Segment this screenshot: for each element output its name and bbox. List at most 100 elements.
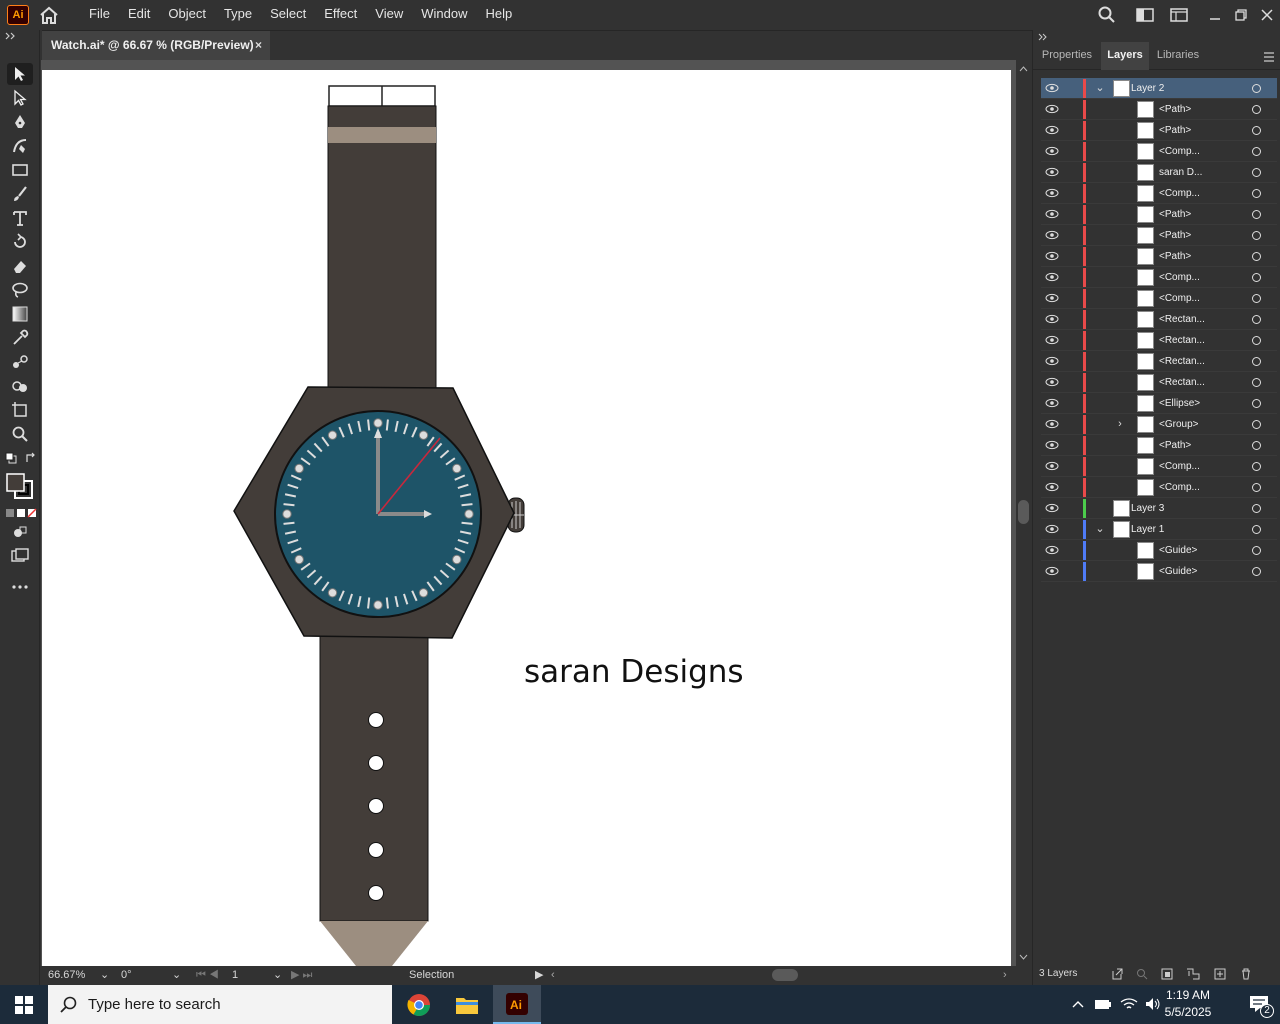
visibility-eye-icon[interactable] — [1045, 565, 1059, 577]
visibility-eye-icon[interactable] — [1045, 376, 1059, 388]
target-circle-icon[interactable] — [1252, 105, 1261, 114]
visibility-eye-icon[interactable] — [1045, 439, 1059, 451]
clock[interactable]: 1:19 AM 5/5/2025 — [1158, 987, 1218, 1021]
target-circle-icon[interactable] — [1252, 147, 1261, 156]
target-circle-icon[interactable] — [1252, 525, 1261, 534]
arrange-documents-icon[interactable] — [1132, 0, 1158, 30]
create-sublayer-icon[interactable] — [1186, 968, 1200, 980]
layer-name[interactable]: saran D... — [1159, 162, 1202, 183]
lasso-tool-icon[interactable] — [7, 279, 33, 301]
layer-name[interactable]: <Ellipse> — [1159, 393, 1200, 414]
canvas[interactable]: saran Designs — [41, 60, 1016, 966]
layer-row[interactable]: ⌄ Layer 1 — [1041, 519, 1277, 540]
visibility-eye-icon[interactable] — [1045, 355, 1059, 367]
layer-name[interactable]: <Path> — [1159, 120, 1191, 141]
layer-name[interactable]: <Rectan... — [1159, 372, 1205, 393]
layer-row[interactable]: saran D... — [1041, 162, 1277, 183]
target-circle-icon[interactable] — [1252, 441, 1261, 450]
screen-mode-icon[interactable] — [7, 545, 33, 567]
create-new-layer-icon[interactable] — [1214, 968, 1226, 980]
visibility-eye-icon[interactable] — [1045, 523, 1059, 535]
delete-layer-icon[interactable] — [1240, 968, 1252, 980]
layer-row[interactable]: <Comp... — [1041, 288, 1277, 309]
watch-artwork[interactable]: saran Designs — [42, 70, 1011, 966]
visibility-eye-icon[interactable] — [1045, 250, 1059, 262]
restore-icon[interactable] — [1228, 0, 1254, 30]
layer-name[interactable]: <Rectan... — [1159, 351, 1205, 372]
workspace-switcher-icon[interactable] — [1166, 0, 1192, 30]
layer-row[interactable]: <Comp... — [1041, 267, 1277, 288]
blend-tool-icon[interactable] — [7, 351, 33, 373]
layer-name[interactable]: <Path> — [1159, 435, 1191, 456]
target-circle-icon[interactable] — [1252, 84, 1261, 93]
visibility-eye-icon[interactable] — [1045, 334, 1059, 346]
layer-row[interactable]: <Rectan... — [1041, 309, 1277, 330]
default-colors-icon[interactable] — [5, 452, 17, 464]
chrome-taskbar-icon[interactable] — [395, 985, 443, 1024]
menu-type[interactable]: Type — [215, 0, 261, 30]
rectangle-tool-icon[interactable] — [7, 159, 33, 181]
target-circle-icon[interactable] — [1252, 483, 1261, 492]
target-circle-icon[interactable] — [1252, 567, 1261, 576]
curvature-tool-icon[interactable] — [7, 135, 33, 157]
layer-row[interactable]: <Comp... — [1041, 141, 1277, 162]
layer-name[interactable]: Layer 3 — [1131, 498, 1164, 519]
target-circle-icon[interactable] — [1252, 420, 1261, 429]
artboard-nav-first-icon[interactable]: ⏮ ◀ — [196, 966, 219, 985]
layer-name[interactable]: <Path> — [1159, 99, 1191, 120]
scroll-left-icon[interactable]: ‹ — [551, 966, 555, 985]
rotation-value[interactable]: 0° — [121, 966, 132, 985]
zoom-tool-icon[interactable] — [7, 423, 33, 445]
eraser-tool-icon[interactable] — [7, 255, 33, 277]
tab-libraries[interactable]: Libraries — [1149, 42, 1207, 70]
visibility-eye-icon[interactable] — [1045, 418, 1059, 430]
artboard-number[interactable]: 1 — [232, 966, 238, 985]
color-mode-icons[interactable] — [5, 507, 37, 518]
edit-toolbar-icon[interactable] — [7, 576, 33, 598]
make-clipping-mask-icon[interactable] — [1161, 968, 1173, 980]
target-circle-icon[interactable] — [1252, 357, 1261, 366]
document-tab[interactable]: Watch.ai* @ 66.67 % (RGB/Preview) × — [42, 31, 270, 61]
target-circle-icon[interactable] — [1252, 462, 1261, 471]
chevron-down-icon[interactable]: ⌄ — [1093, 522, 1107, 536]
target-circle-icon[interactable] — [1252, 126, 1261, 135]
menu-edit[interactable]: Edit — [119, 0, 159, 30]
menu-view[interactable]: View — [366, 0, 412, 30]
target-circle-icon[interactable] — [1252, 168, 1261, 177]
home-icon[interactable] — [38, 5, 60, 25]
minimize-icon[interactable] — [1202, 0, 1228, 30]
layer-name[interactable]: <Rectan... — [1159, 309, 1205, 330]
layer-row[interactable]: <Path> — [1041, 435, 1277, 456]
pen-tool-icon[interactable] — [7, 111, 33, 133]
shape-builder-tool-icon[interactable] — [7, 375, 33, 397]
target-circle-icon[interactable] — [1252, 504, 1261, 513]
layer-row[interactable]: <Path> — [1041, 204, 1277, 225]
layer-row[interactable]: <Rectan... — [1041, 330, 1277, 351]
gradient-tool-icon[interactable] — [7, 303, 33, 325]
paintbrush-tool-icon[interactable] — [7, 183, 33, 205]
illustrator-taskbar-icon[interactable]: Ai — [493, 985, 541, 1024]
visibility-eye-icon[interactable] — [1045, 82, 1059, 94]
chevron-down-icon[interactable]: ⌄ — [1093, 81, 1107, 95]
target-circle-icon[interactable] — [1252, 336, 1261, 345]
target-circle-icon[interactable] — [1252, 294, 1261, 303]
file-explorer-taskbar-icon[interactable] — [443, 985, 491, 1024]
layer-row[interactable]: › <Group> — [1041, 414, 1277, 435]
zoom-level[interactable]: 66.67% — [48, 966, 85, 985]
layer-row[interactable]: Layer 3 — [1041, 498, 1277, 519]
menu-effect[interactable]: Effect — [315, 0, 366, 30]
layer-row[interactable]: <Comp... — [1041, 456, 1277, 477]
export-icon[interactable] — [1111, 968, 1123, 980]
layer-row[interactable]: <Comp... — [1041, 183, 1277, 204]
visibility-eye-icon[interactable] — [1045, 481, 1059, 493]
show-hidden-icons-icon[interactable] — [1071, 999, 1085, 1009]
layer-name[interactable]: <Path> — [1159, 225, 1191, 246]
locate-object-icon[interactable] — [1136, 968, 1148, 980]
layer-name[interactable]: <Path> — [1159, 204, 1191, 225]
vertical-scrollbar[interactable] — [1016, 60, 1031, 966]
tab-layers[interactable]: Layers — [1101, 42, 1149, 70]
layer-name[interactable]: <Rectan... — [1159, 330, 1205, 351]
menu-file[interactable]: File — [80, 0, 119, 30]
layer-row[interactable]: <Guide> — [1041, 561, 1277, 582]
layer-name[interactable]: <Comp... — [1159, 288, 1200, 309]
